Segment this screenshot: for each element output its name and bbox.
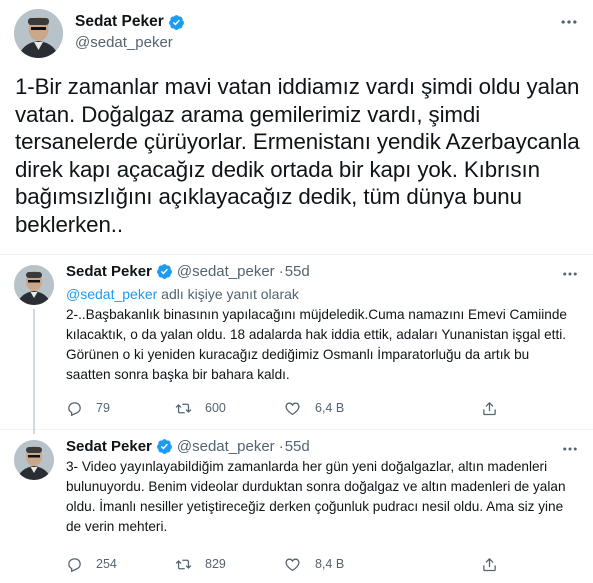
retweet-icon bbox=[175, 559, 192, 569]
more-options-icon[interactable] bbox=[559, 12, 579, 32]
retweet-count: 600 bbox=[205, 401, 226, 415]
timestamp[interactable]: 55d bbox=[285, 263, 310, 280]
separator-dot: · bbox=[278, 438, 284, 455]
reply-count: 254 bbox=[96, 557, 117, 571]
like-button[interactable]: 8,4 B bbox=[284, 556, 344, 573]
share-button[interactable] bbox=[481, 556, 498, 573]
reply-icon bbox=[68, 401, 81, 416]
reply-tweet[interactable]: Sedat Peker @sedat_peker · 55d 3- Video … bbox=[0, 430, 593, 583]
verified-badge-icon bbox=[156, 439, 172, 454]
tweet-text: 2-..Başbakanlık binasının yapılacağını m… bbox=[66, 307, 567, 382]
thread-line bbox=[33, 309, 35, 434]
reply-header: Sedat Peker @sedat_peker · 55d bbox=[66, 263, 310, 280]
reply-icon bbox=[68, 557, 81, 572]
avatar[interactable] bbox=[14, 440, 54, 480]
author-name[interactable]: Sedat Peker bbox=[66, 438, 152, 455]
tweet-text: 1-Bir zamanlar mavi vatan iddiamız vardı… bbox=[15, 74, 580, 237]
author-name[interactable]: Sedat Peker bbox=[75, 13, 185, 31]
retweet-icon bbox=[175, 403, 192, 413]
author-name[interactable]: Sedat Peker bbox=[66, 263, 152, 280]
retweet-button[interactable]: 600 bbox=[175, 400, 226, 417]
reply-tweet[interactable]: Sedat Peker @sedat_peker · 55d @sedat_pe… bbox=[0, 255, 593, 434]
share-icon bbox=[483, 557, 496, 571]
share-icon bbox=[483, 401, 496, 415]
replying-to-link[interactable]: @sedat_peker bbox=[66, 286, 157, 302]
verified-badge-icon bbox=[156, 264, 172, 279]
retweet-count: 829 bbox=[205, 557, 226, 571]
author-handle[interactable]: @sedat_peker bbox=[177, 438, 275, 455]
replying-to-suffix: adlı kişiye yanıt olarak bbox=[157, 286, 299, 302]
tweet-text: 3- Video yayınlayabildiğim zamanlarda he… bbox=[66, 459, 566, 534]
avatar[interactable] bbox=[14, 9, 63, 58]
replying-to: @sedat_peker adlı kişiye yanıt olarak bbox=[66, 286, 299, 302]
separator-dot: · bbox=[278, 263, 284, 280]
more-options-icon[interactable] bbox=[561, 265, 579, 283]
heart-icon bbox=[285, 558, 300, 571]
reply-header: Sedat Peker @sedat_peker · 55d bbox=[66, 438, 310, 455]
retweet-button[interactable]: 829 bbox=[175, 556, 226, 573]
share-button[interactable] bbox=[481, 400, 498, 417]
author-name-text: Sedat Peker bbox=[75, 13, 164, 30]
like-button[interactable]: 6,4 B bbox=[284, 400, 344, 417]
reply-button[interactable]: 79 bbox=[66, 400, 110, 417]
heart-icon bbox=[285, 402, 300, 415]
author-handle[interactable]: @sedat_peker bbox=[177, 263, 275, 280]
main-tweet: Sedat Peker @sedat_peker 1-Bir zamanlar … bbox=[0, 0, 593, 255]
action-bar: 254 829 8,4 B bbox=[66, 554, 516, 574]
reply-count: 79 bbox=[96, 401, 110, 415]
verified-badge-icon bbox=[168, 14, 184, 30]
like-count: 6,4 B bbox=[315, 401, 345, 415]
timestamp[interactable]: 55d bbox=[285, 438, 310, 455]
author-handle[interactable]: @sedat_peker bbox=[75, 34, 173, 51]
reply-button[interactable]: 254 bbox=[66, 556, 117, 573]
action-bar: 79 600 6,4 B bbox=[66, 398, 516, 418]
avatar[interactable] bbox=[14, 265, 54, 305]
more-options-icon[interactable] bbox=[561, 440, 579, 458]
like-count: 8,4 B bbox=[315, 557, 345, 571]
